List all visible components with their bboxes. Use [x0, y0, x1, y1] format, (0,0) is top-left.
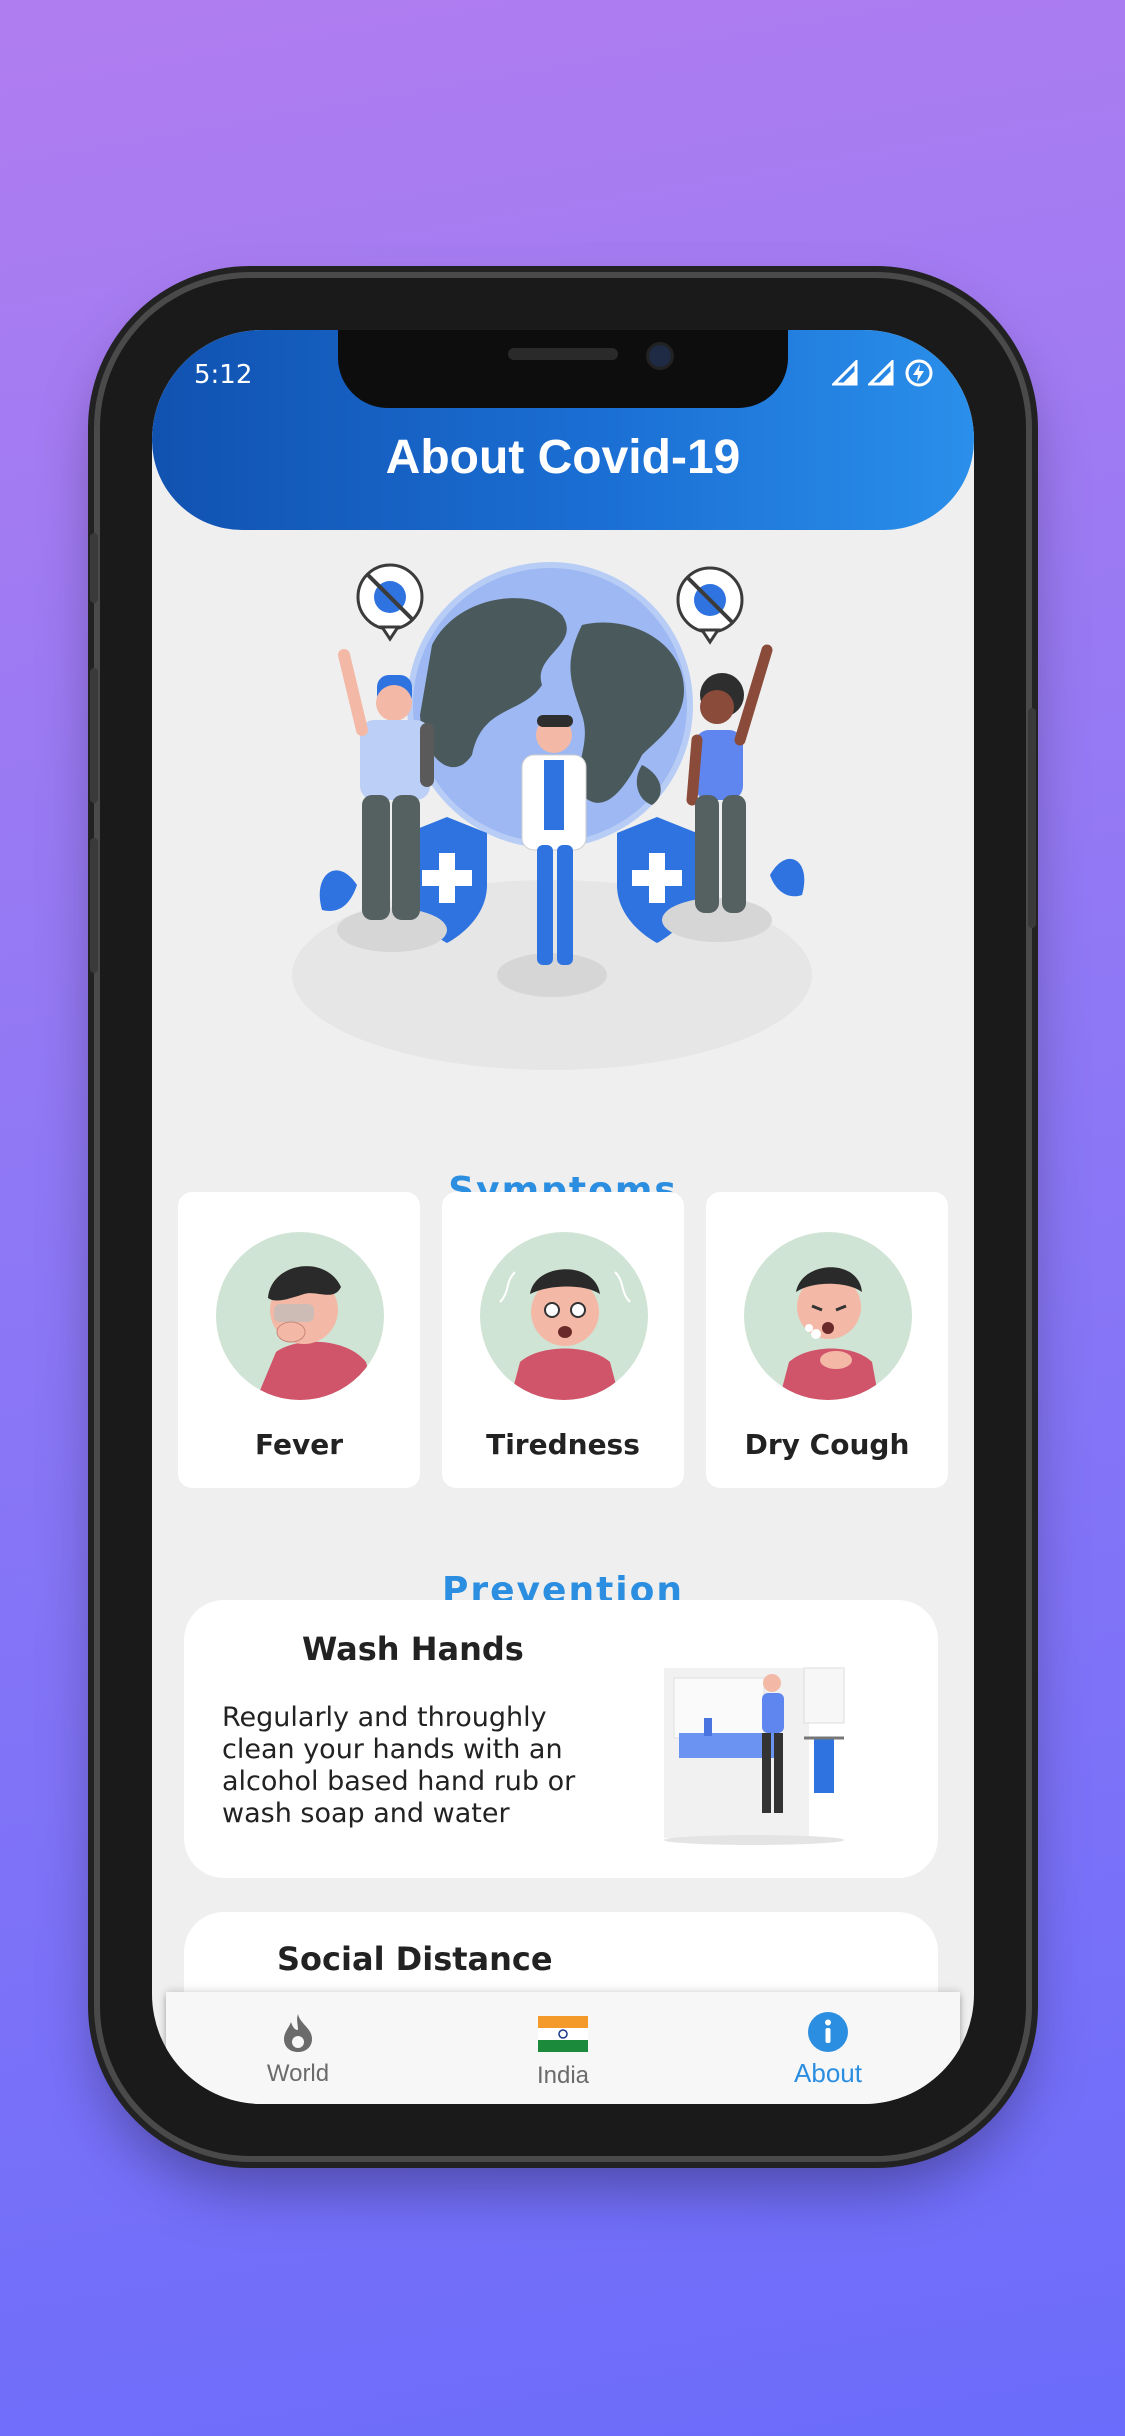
speaker-grille: [508, 348, 618, 360]
tab-about[interactable]: About: [696, 1992, 960, 2104]
symptom-card-fever[interactable]: Fever: [178, 1192, 420, 1488]
app-header: 5:12 About Covid-19: [152, 330, 974, 530]
flame-icon: [284, 2014, 312, 2052]
page-title: About Covid-19: [385, 431, 741, 484]
volume-down-button: [90, 838, 98, 973]
signal-icon-2: [868, 360, 894, 386]
app-screen: 5:12 About Covid-19 Symptoms Fever Tired…: [152, 330, 974, 2104]
power-button: [1028, 708, 1036, 928]
symptom-label: Fever: [254, 1428, 344, 1461]
mute-switch: [90, 533, 98, 603]
dry-cough-illustration: [744, 1232, 912, 1400]
hero-illustration: [292, 562, 812, 1070]
volume-up-button: [90, 668, 98, 803]
wash-hands-illustration: [664, 1667, 845, 1845]
battery-saver-icon: [905, 359, 933, 387]
india-flag-icon: [538, 2016, 588, 2052]
tab-label: India: [536, 2062, 590, 2089]
info-icon: [808, 2012, 848, 2052]
prevention-card-wash-hands[interactable]: Wash Hands Regularly and throughly clean…: [184, 1600, 938, 1878]
prevention-title: Social Distance: [277, 1940, 553, 1978]
tiredness-illustration: [480, 1232, 648, 1400]
status-time: 5:12: [194, 360, 253, 390]
bottom-tab-bar: World India About: [166, 1992, 960, 2104]
prevention-description: Regularly and throughly clean your hands…: [222, 1702, 576, 1829]
front-camera: [646, 342, 674, 370]
status-icons: [832, 358, 934, 388]
prevention-title: Wash Hands: [302, 1630, 524, 1668]
symptom-label: Tiredness: [486, 1428, 640, 1461]
symptom-card-tiredness[interactable]: Tiredness: [442, 1192, 684, 1488]
tab-label: About: [794, 2058, 862, 2088]
fever-illustration: [216, 1232, 384, 1400]
tab-world[interactable]: World: [166, 1992, 430, 2104]
tab-india[interactable]: India: [431, 1992, 695, 2104]
camera-notch: [338, 330, 788, 408]
phone-frame: 5:12 About Covid-19 Symptoms Fever Tired…: [90, 278, 1036, 2156]
signal-icon: [832, 360, 858, 386]
tab-label: World: [266, 2060, 330, 2087]
symptom-label: Dry Cough: [744, 1428, 910, 1461]
symptom-card-dry-cough[interactable]: Dry Cough: [706, 1192, 948, 1488]
